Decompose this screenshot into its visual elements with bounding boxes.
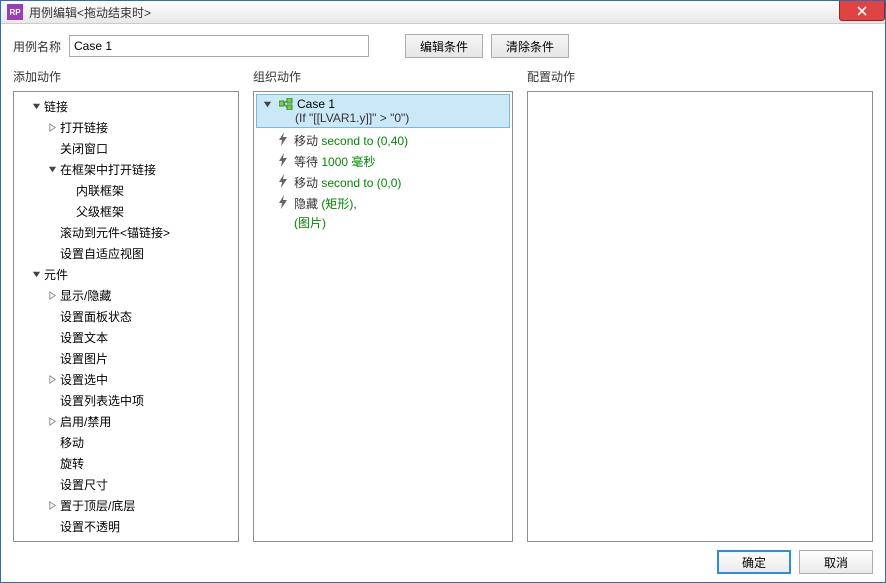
case-condition: (If "[[LVAR1.y]]" > "0"): [261, 111, 505, 125]
tree-item-set-opacity[interactable]: 设置不透明: [16, 516, 236, 537]
close-button[interactable]: [839, 1, 885, 21]
action-tree: 链接 打开链接 关闭窗口 在框架中打开链接 内联框架: [14, 92, 238, 541]
app-icon: RP: [7, 4, 23, 20]
case-header[interactable]: Case 1 (If "[[LVAR1.y]]" > "0"): [256, 94, 510, 128]
dialog-footer: 确定 取消: [13, 548, 873, 574]
action-target: second to (0,0): [321, 176, 401, 190]
action-prefix: 隐藏: [294, 197, 321, 211]
clear-condition-button[interactable]: 清除条件: [491, 34, 569, 58]
expand-icon: [46, 164, 58, 176]
tree-label: 设置列表选中项: [60, 392, 144, 409]
action-hide-sub[interactable]: (图片): [254, 214, 512, 231]
tree-item-set-size[interactable]: 设置尺寸: [16, 474, 236, 495]
action-hide[interactable]: 隐藏 (矩形),: [254, 193, 512, 214]
tree-item-set-image[interactable]: 设置图片: [16, 348, 236, 369]
expand-icon: [30, 269, 42, 281]
action-move-1[interactable]: 移动 second to (0,40): [254, 130, 512, 151]
tree-item-parent-frame[interactable]: 父级框架: [16, 201, 236, 222]
bolt-icon: [278, 195, 290, 209]
tree-group-widget[interactable]: 元件: [16, 264, 236, 285]
tree-label: 移动: [60, 434, 84, 451]
tree-item-set-list-selected[interactable]: 设置列表选中项: [16, 390, 236, 411]
action-move-2[interactable]: 移动 second to (0,0): [254, 172, 512, 193]
tree-label: 内联框架: [76, 182, 124, 199]
tree-label: 关闭窗口: [60, 140, 108, 157]
tree-item-show-hide[interactable]: 显示/隐藏: [16, 285, 236, 306]
tree-label: 旋转: [60, 455, 84, 472]
tree-label: 打开链接: [60, 119, 108, 136]
bolt-icon: [278, 153, 290, 167]
tree-item-set-adaptive-view[interactable]: 设置自适应视图: [16, 243, 236, 264]
expand-icon: [261, 98, 273, 110]
action-prefix: 移动: [294, 134, 321, 148]
tree-label: 滚动到元件<锚链接>: [60, 224, 170, 241]
tree-item-open-link[interactable]: 打开链接: [16, 117, 236, 138]
config-action-panel[interactable]: [527, 91, 873, 542]
panels-row: 链接 打开链接 关闭窗口 在框架中打开链接 内联框架: [13, 91, 873, 542]
case-name-label: 用例名称: [13, 38, 61, 55]
collapse-icon: [46, 290, 58, 302]
tree-item-close-window[interactable]: 关闭窗口: [16, 138, 236, 159]
tree-item-set-selected[interactable]: 设置选中: [16, 369, 236, 390]
expand-icon: [30, 101, 42, 113]
tree-label: 启用/禁用: [60, 413, 111, 430]
collapse-icon: [46, 122, 58, 134]
bolt-icon: [278, 132, 290, 146]
tree-label: 元件: [44, 266, 68, 283]
tree-label: 显示/隐藏: [60, 287, 111, 304]
collapse-icon: [46, 416, 58, 428]
title-bar: RP 用例编辑<拖动结束时>: [1, 1, 885, 24]
organize-action-panel[interactable]: Case 1 (If "[[LVAR1.y]]" > "0") 移动 secon…: [253, 91, 513, 542]
tree-item-open-in-frame[interactable]: 在框架中打开链接: [16, 159, 236, 180]
tree-item-inline-frame[interactable]: 内联框架: [16, 180, 236, 201]
window-title: 用例编辑<拖动结束时>: [29, 4, 151, 21]
add-action-header: 添加动作: [13, 68, 239, 85]
collapse-icon: [46, 500, 58, 512]
tree-label: 设置不透明: [60, 518, 120, 535]
dialog-window: RP 用例编辑<拖动结束时> 用例名称 编辑条件 清除条件 添加动作 组织动作 …: [0, 0, 886, 583]
action-target: (矩形): [321, 197, 353, 211]
tree-item-set-panel-state[interactable]: 设置面板状态: [16, 306, 236, 327]
cancel-button[interactable]: 取消: [799, 550, 873, 574]
tree-label: 在框架中打开链接: [60, 161, 156, 178]
bolt-icon: [278, 174, 290, 188]
edit-condition-button[interactable]: 编辑条件: [405, 34, 483, 58]
tree-item-enable-disable[interactable]: 启用/禁用: [16, 411, 236, 432]
tree-label: 置于顶层/底层: [60, 497, 135, 514]
close-icon: [857, 6, 867, 16]
action-target: second to (0,40): [321, 134, 408, 148]
tree-group-link[interactable]: 链接: [16, 96, 236, 117]
case-name: Case 1: [297, 97, 335, 111]
tree-label: 链接: [44, 98, 68, 115]
action-wait[interactable]: 等待 1000 毫秒: [254, 151, 512, 172]
tree-item-rotate[interactable]: 旋转: [16, 453, 236, 474]
tree-label: 设置面板状态: [60, 308, 132, 325]
case-name-input[interactable]: [69, 35, 369, 57]
case-icon: [279, 98, 293, 110]
tree-label: 设置尺寸: [60, 476, 108, 493]
tree-label: 设置自适应视图: [60, 245, 144, 262]
tree-label: 设置文本: [60, 329, 108, 346]
tree-item-bring-front-back[interactable]: 置于顶层/底层: [16, 495, 236, 516]
panels-header: 添加动作 组织动作 配置动作: [13, 68, 873, 85]
ok-button[interactable]: 确定: [717, 550, 791, 574]
add-action-panel[interactable]: 链接 打开链接 关闭窗口 在框架中打开链接 内联框架: [13, 91, 239, 542]
collapse-icon: [46, 374, 58, 386]
case-name-row: 用例名称 编辑条件 清除条件: [13, 34, 873, 58]
action-prefix: 移动: [294, 176, 321, 190]
config-action-header: 配置动作: [527, 68, 873, 85]
tree-label: 父级框架: [76, 203, 124, 220]
action-comma: ,: [353, 197, 356, 211]
tree-label: 设置图片: [60, 350, 108, 367]
action-prefix: 等待: [294, 155, 321, 169]
organize-action-header: 组织动作: [253, 68, 513, 85]
tree-label: 设置选中: [60, 371, 108, 388]
dialog-content: 用例名称 编辑条件 清除条件 添加动作 组织动作 配置动作 链接: [1, 24, 885, 582]
action-target: 1000 毫秒: [321, 155, 375, 169]
tree-item-set-text[interactable]: 设置文本: [16, 327, 236, 348]
tree-item-move[interactable]: 移动: [16, 432, 236, 453]
tree-item-scroll-anchor[interactable]: 滚动到元件<锚链接>: [16, 222, 236, 243]
